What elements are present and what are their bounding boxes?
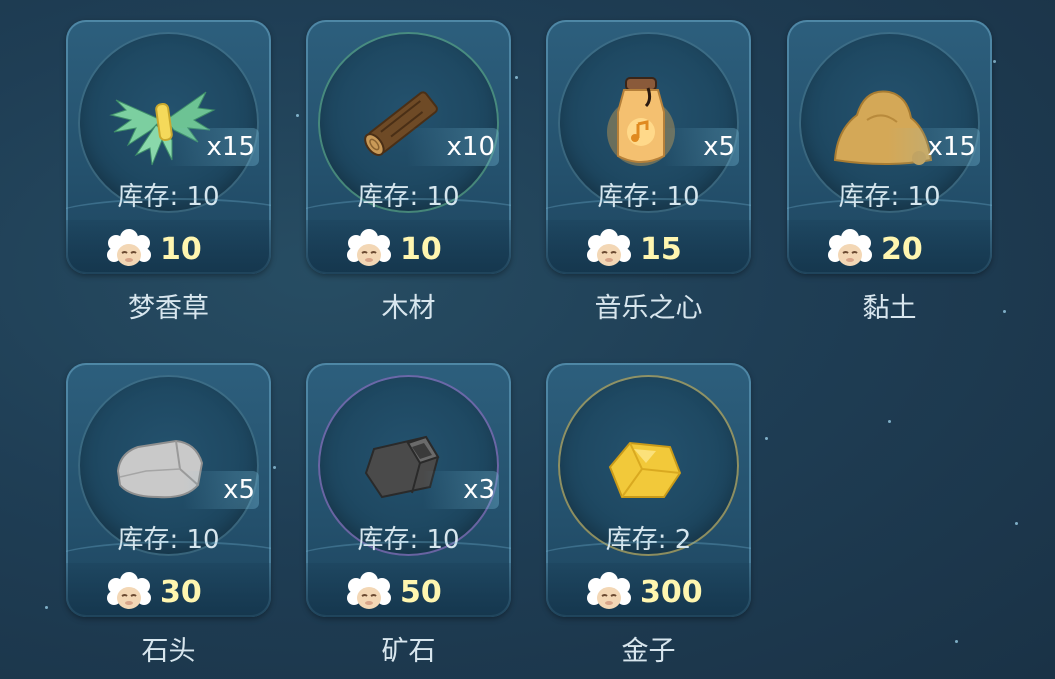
shop-item-card[interactable]: 库存: 2 300 [546, 363, 751, 617]
item-quantity: x5 [663, 128, 739, 166]
sheep-currency-icon [587, 229, 631, 266]
item-quantity: x15 [166, 128, 259, 166]
item-quantity: x5 [183, 471, 259, 509]
shop-item-card[interactable]: x5 库存: 10 15 [546, 20, 751, 274]
item-price: 10 [400, 232, 442, 267]
shop-item-card[interactable]: x15 库存: 10 10 [66, 20, 271, 274]
shop-item-card[interactable]: x15 库存: 10 20 [787, 20, 992, 274]
sheep-currency-icon [107, 572, 151, 609]
shop-item-slot[interactable]: x5 库存: 10 15 音乐之心 [546, 20, 751, 325]
sheep-currency-icon [828, 229, 872, 266]
shop-item-slot[interactable]: x15 库存: 10 20 黏土 [787, 20, 992, 325]
shop-item-card[interactable]: x5 库存: 10 30 [66, 363, 271, 617]
shop-item-slot[interactable]: 库存: 2 300 金子 [546, 363, 751, 668]
shop-item-card[interactable]: x3 库存: 10 50 [306, 363, 511, 617]
shop-item-slot[interactable]: x10 库存: 10 10 木材 [306, 20, 511, 325]
gold-nugget-icon [608, 441, 682, 498]
item-price: 300 [640, 575, 703, 610]
item-name: 石头 [141, 636, 196, 667]
item-price: 30 [160, 575, 202, 610]
sheep-currency-icon [347, 229, 391, 266]
item-price: 15 [640, 232, 682, 267]
item-name: 黏土 [862, 293, 917, 324]
item-quantity: x15 [887, 128, 980, 166]
item-name: 木材 [381, 293, 436, 324]
item-name: 音乐之心 [594, 293, 703, 324]
sheep-currency-icon [587, 572, 631, 609]
shop-item-slot[interactable]: x15 库存: 10 10 梦香草 [66, 20, 271, 325]
item-name: 金子 [621, 636, 676, 667]
item-price: 20 [881, 232, 923, 267]
item-quantity: x3 [423, 471, 499, 509]
shop-item-slot[interactable]: x3 库存: 10 50 矿石 [306, 363, 511, 668]
item-name: 矿石 [381, 636, 436, 667]
item-price: 50 [400, 575, 442, 610]
sheep-currency-icon [347, 572, 391, 609]
item-price: 10 [160, 232, 202, 267]
shop-item-card[interactable]: x10 库存: 10 10 [306, 20, 511, 274]
item-quantity: x10 [406, 128, 499, 166]
sheep-currency-icon [107, 229, 151, 266]
shop-item-slot[interactable]: x5 库存: 10 30 石头 [66, 363, 271, 668]
item-name: 梦香草 [128, 293, 209, 324]
